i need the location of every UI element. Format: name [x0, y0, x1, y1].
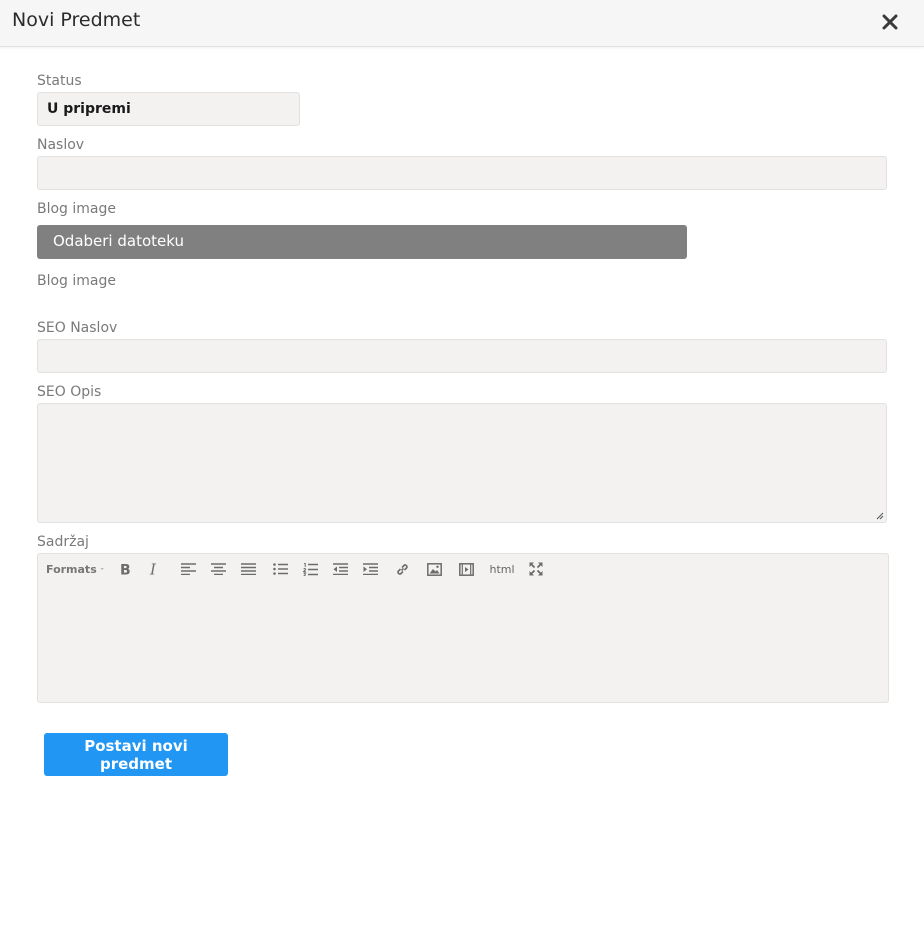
align-left-button[interactable] — [180, 561, 196, 577]
choose-file-button[interactable]: Odaberi datoteku — [37, 225, 687, 259]
align-left-icon — [180, 563, 196, 575]
sadrzaj-label: Sadržaj — [37, 534, 89, 550]
seo-naslov-input[interactable] — [37, 339, 887, 373]
image-icon — [426, 562, 442, 576]
html-button[interactable]: html — [488, 561, 516, 577]
content-editor[interactable]: Formats B I html — [37, 553, 889, 703]
indent-icon — [362, 563, 378, 575]
html-label: html — [489, 562, 515, 576]
caret-down-icon — [100, 568, 104, 570]
numbered-list-icon — [302, 562, 318, 576]
close-icon — [882, 14, 898, 30]
svg-text:B: B — [120, 563, 131, 577]
outdent-button[interactable] — [332, 561, 348, 577]
formats-label: Formats — [46, 562, 97, 576]
align-justify-icon — [240, 563, 256, 575]
video-button[interactable] — [458, 561, 474, 577]
close-button[interactable] — [878, 10, 902, 34]
naslov-label: Naslov — [37, 137, 85, 153]
seo-naslov-label: SEO Naslov — [37, 320, 118, 336]
align-center-button[interactable] — [210, 561, 226, 577]
bullet-list-button[interactable] — [272, 561, 288, 577]
bold-button[interactable]: B — [118, 561, 132, 577]
italic-button[interactable]: I — [148, 561, 162, 577]
align-justify-button[interactable] — [240, 561, 256, 577]
status-select[interactable]: U pripremi — [37, 92, 300, 126]
link-icon — [396, 563, 408, 575]
svg-text:I: I — [149, 562, 157, 576]
modal-title: Novi Predmet — [12, 9, 141, 31]
blog-image-label: Blog image — [37, 201, 117, 217]
fullscreen-icon — [529, 562, 543, 576]
bullet-list-icon — [272, 563, 288, 575]
formats-dropdown[interactable]: Formats — [46, 561, 104, 577]
seo-opis-label: SEO Opis — [37, 384, 102, 400]
seo-opis-textarea[interactable] — [37, 403, 887, 523]
link-button[interactable] — [394, 561, 410, 577]
naslov-input[interactable] — [37, 156, 887, 190]
submit-new-item-button[interactable]: Postavi novi predmet — [44, 733, 228, 776]
indent-button[interactable] — [362, 561, 378, 577]
blog-image-preview-label: Blog image — [37, 273, 117, 289]
new-item-modal: Novi Predmet Status U pripremi Naslov Bl… — [0, 0, 924, 948]
status-label: Status — [37, 73, 82, 89]
image-button[interactable] — [426, 561, 442, 577]
fullscreen-button[interactable] — [528, 561, 544, 577]
resize-grip-icon[interactable] — [876, 512, 884, 520]
video-icon — [458, 562, 474, 576]
numbered-list-button[interactable] — [302, 561, 318, 577]
bold-icon: B — [120, 563, 131, 577]
align-center-icon — [210, 563, 226, 575]
italic-icon: I — [149, 562, 157, 576]
outdent-icon — [332, 563, 348, 575]
modal-header: Novi Predmet — [0, 0, 924, 47]
